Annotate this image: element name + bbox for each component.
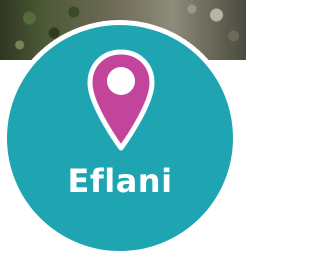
location-badge-image: Eflani: [0, 0, 246, 260]
place-name: Eflani: [67, 162, 173, 200]
map-pin-icon: [87, 49, 155, 151]
